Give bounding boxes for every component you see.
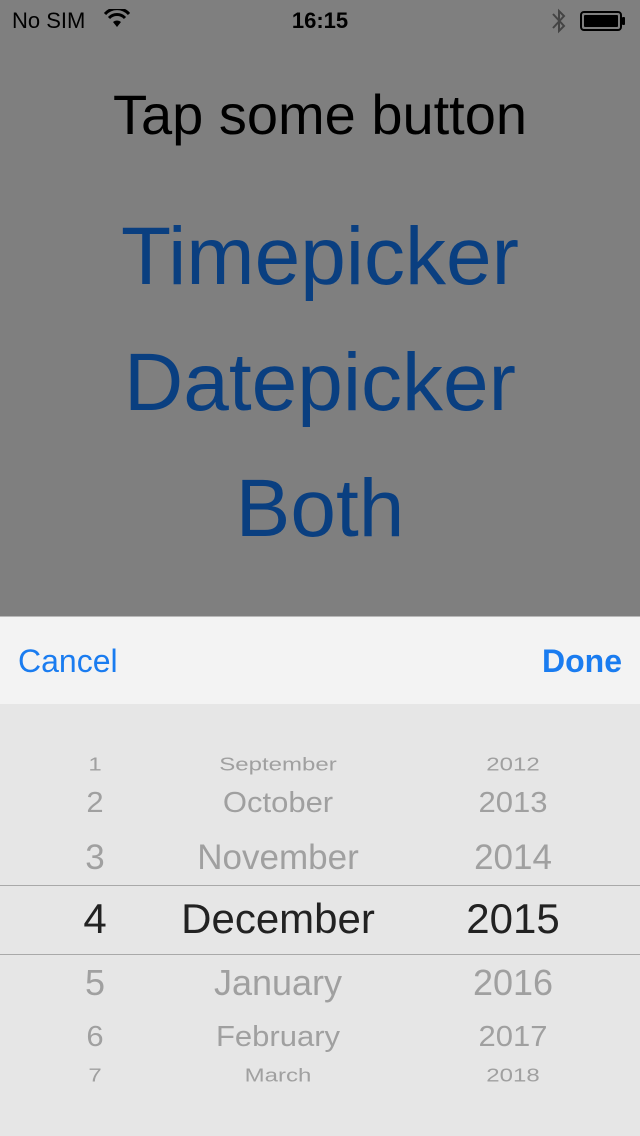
picker-year-item[interactable]: 2013 (479, 786, 548, 819)
date-picker-sheet: Cancel Done 1 2 3 4 5 6 7 September October Novem… (0, 616, 640, 1136)
timepicker-button[interactable]: Timepicker (0, 210, 640, 304)
picker-year-item[interactable]: 2014 (474, 838, 552, 878)
picker-year-item[interactable]: 2015 (466, 895, 559, 943)
picker-year-item[interactable]: 2018 (486, 1065, 539, 1086)
cancel-button[interactable]: Cancel (18, 643, 118, 680)
picker-month-item[interactable]: March (245, 1065, 312, 1086)
picker-year-item[interactable]: 2017 (479, 1020, 548, 1053)
picker-day-item[interactable]: 3 (85, 838, 104, 878)
prompt-label: Tap some button (112, 83, 528, 146)
top-fade (0, 704, 640, 740)
picker-month-item[interactable]: October (223, 786, 333, 819)
bluetooth-icon (552, 8, 566, 34)
status-time: 16:15 (291, 8, 349, 33)
both-button[interactable]: Both (0, 462, 640, 556)
picker-month-item[interactable]: January (214, 962, 342, 1004)
picker-day-item[interactable]: 2 (86, 786, 103, 819)
date-picker-wheels[interactable]: 1 2 3 4 5 6 7 September October November December J… (0, 704, 640, 1136)
datepicker-button[interactable]: Datepicker (0, 336, 640, 430)
picker-month-item[interactable]: September (219, 754, 336, 775)
picker-year-item[interactable]: 2012 (486, 754, 539, 775)
bottom-fade (0, 1096, 640, 1136)
picker-day-item[interactable]: 7 (88, 1065, 101, 1086)
picker-day-item[interactable]: 5 (85, 962, 105, 1004)
status-bar: No SIM 16:15 (0, 0, 640, 40)
picker-month-item[interactable]: February (216, 1020, 340, 1053)
battery-icon (580, 11, 625, 31)
picker-month-item[interactable]: December (181, 895, 375, 943)
picker-day-item[interactable]: 6 (86, 1020, 103, 1053)
picker-day-item[interactable]: 1 (88, 754, 101, 775)
picker-month-item[interactable]: November (197, 838, 358, 878)
picker-year-item[interactable]: 2016 (473, 962, 553, 1004)
done-button[interactable]: Done (542, 643, 622, 680)
picker-day-item[interactable]: 4 (83, 895, 106, 943)
picker-toolbar: Cancel Done (0, 616, 640, 705)
